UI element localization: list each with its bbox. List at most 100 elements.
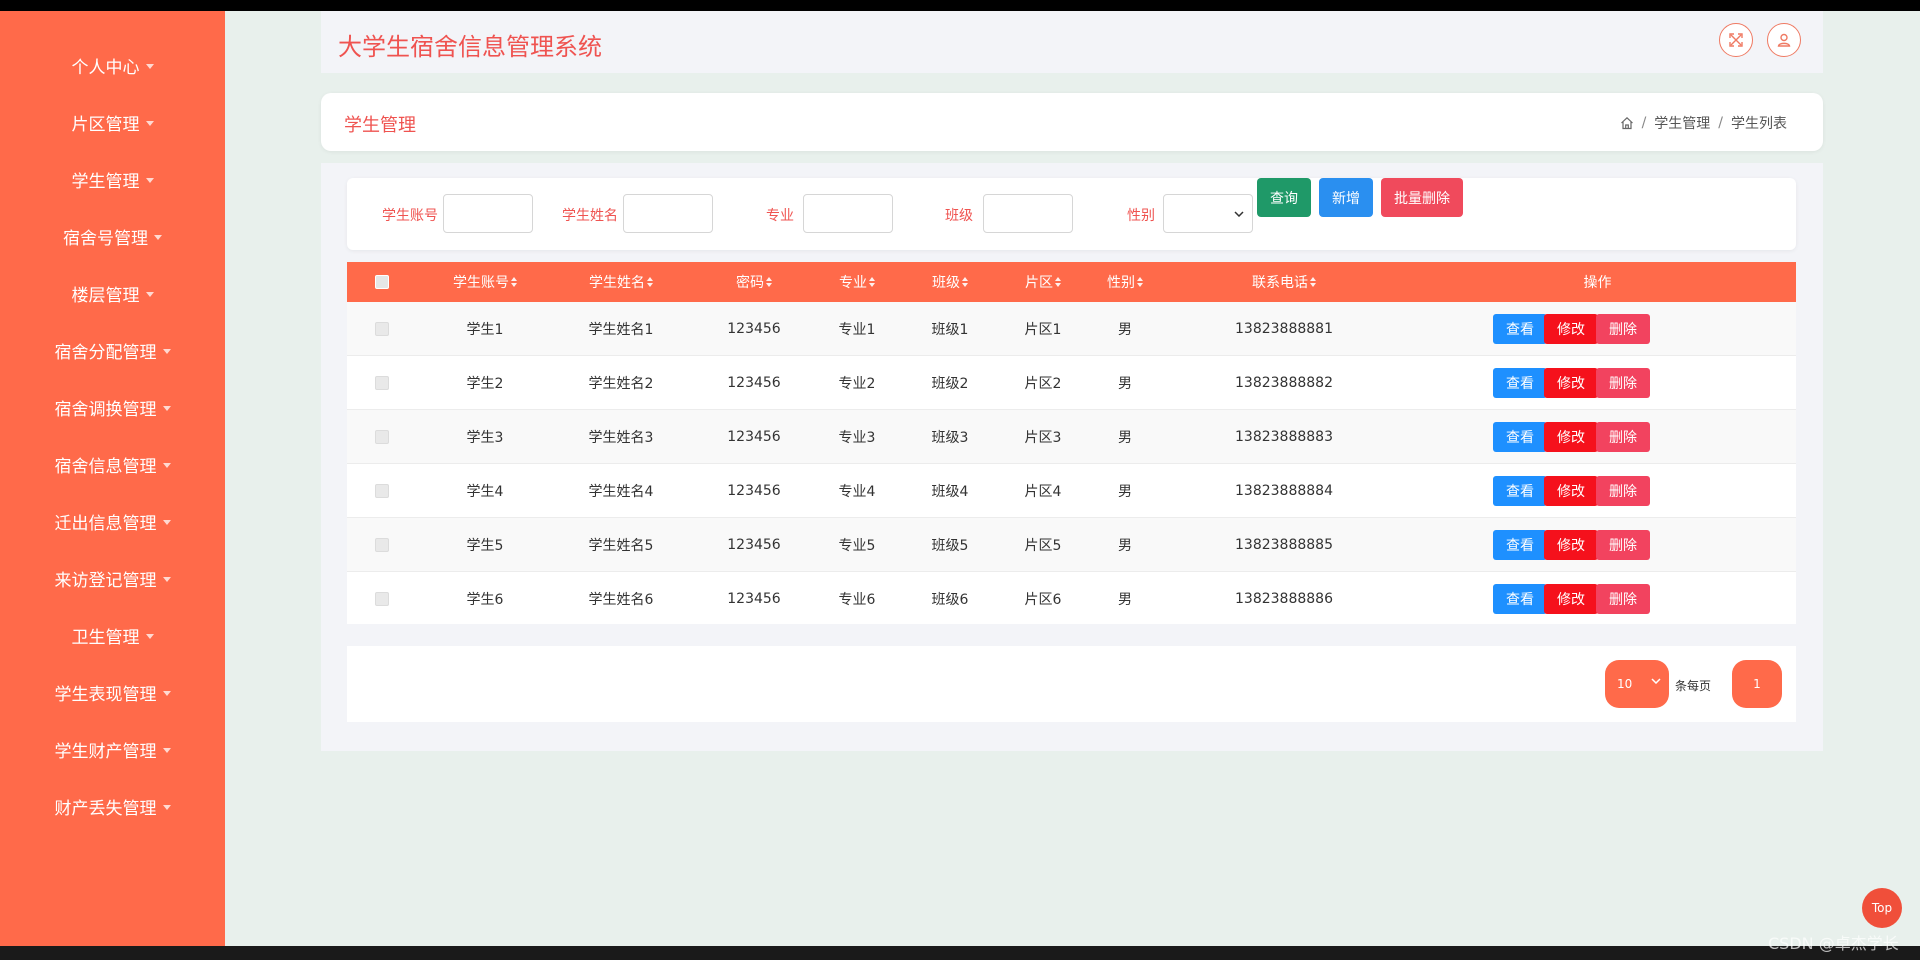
sidebar-item[interactable]: 个人中心	[0, 45, 225, 85]
cell-gender: 男	[1118, 483, 1132, 500]
cell-password: 123456	[727, 482, 781, 499]
cell-area: 片区3	[1024, 429, 1062, 446]
sidebar-item[interactable]: 宿舍分配管理	[0, 330, 225, 370]
caret-down-icon	[145, 633, 154, 639]
cell-class: 班级5	[931, 537, 969, 554]
select-all-checkbox[interactable]	[375, 275, 389, 289]
row-checkbox-cell	[347, 518, 417, 571]
sidebar-item-label: 学生管理	[71, 171, 140, 192]
edit-button[interactable]: 修改	[1544, 422, 1598, 452]
view-button[interactable]: 查看	[1493, 368, 1547, 398]
col-actions: 操作	[1399, 262, 1796, 302]
edit-button[interactable]: 修改	[1544, 530, 1598, 560]
caret-down-icon	[162, 804, 171, 810]
sidebar-item[interactable]: 学生表现管理	[0, 672, 225, 712]
sidebar-item[interactable]: 学生管理	[0, 159, 225, 199]
view-button[interactable]: 查看	[1493, 584, 1547, 614]
col-class[interactable]: 班级	[895, 262, 1005, 302]
watermark: CSDN @卓杰学长	[1768, 934, 1899, 953]
query-button[interactable]: 查询	[1257, 178, 1311, 217]
delete-button[interactable]: 删除	[1596, 476, 1650, 506]
view-button[interactable]: 查看	[1493, 530, 1547, 560]
sidebar-item[interactable]: 宿舍号管理	[0, 216, 225, 256]
row-checkbox[interactable]	[375, 321, 389, 336]
page-title: 学生管理	[344, 115, 416, 136]
view-button[interactable]: 查看	[1493, 476, 1547, 506]
edit-button[interactable]: 修改	[1544, 314, 1598, 344]
col-phone[interactable]: 联系电话	[1169, 262, 1399, 302]
user-button[interactable]	[1767, 23, 1801, 57]
cell-password: 123456	[727, 590, 781, 607]
class-input[interactable]	[983, 194, 1073, 233]
cell-account: 学生6	[466, 591, 504, 608]
row-checkbox[interactable]	[375, 375, 389, 390]
gender-select[interactable]	[1163, 194, 1253, 233]
row-checkbox[interactable]	[375, 483, 389, 498]
edit-button[interactable]: 修改	[1544, 584, 1598, 614]
back-to-top-button[interactable]: Top	[1862, 888, 1902, 928]
col-name[interactable]: 学生姓名	[553, 262, 689, 302]
col-major[interactable]: 专业	[819, 262, 895, 302]
col-area-label: 片区	[1025, 275, 1053, 291]
sidebar-item-label: 宿舍号管理	[63, 228, 148, 249]
sidebar-item[interactable]: 宿舍信息管理	[0, 444, 225, 484]
caret-down-icon	[162, 348, 171, 354]
edit-button[interactable]: 修改	[1544, 476, 1598, 506]
account-input[interactable]	[443, 194, 533, 233]
sidebar-item[interactable]: 宿舍调换管理	[0, 387, 225, 427]
cell-account: 学生3	[466, 429, 504, 446]
delete-button[interactable]: 删除	[1596, 368, 1650, 398]
add-button[interactable]: 新增	[1319, 178, 1373, 217]
major-input[interactable]	[803, 194, 893, 233]
sidebar-item[interactable]: 学生财产管理	[0, 729, 225, 769]
cell-gender: 男	[1118, 429, 1132, 446]
row-checkbox[interactable]	[375, 537, 389, 552]
sidebar-item[interactable]: 楼层管理	[0, 273, 225, 313]
page-size-select[interactable]: 10	[1605, 660, 1669, 708]
col-area[interactable]: 片区	[1005, 262, 1081, 302]
row-checkbox[interactable]	[375, 429, 389, 444]
cell-name: 学生姓名5	[588, 537, 654, 554]
name-input[interactable]	[623, 194, 713, 233]
col-account[interactable]: 学生账号	[417, 262, 553, 302]
delete-button[interactable]: 删除	[1596, 530, 1650, 560]
table-row: 学生5 学生姓名5 123456 专业5 班级5 片区5 男 13823888885 查看 修改删…	[347, 518, 1796, 572]
sidebar-item[interactable]: 片区管理	[0, 102, 225, 142]
table-row: 学生4 学生姓名4 123456 专业4 班级4 片区4 男 13823888884 查看 修改删…	[347, 464, 1796, 518]
cell-gender: 男	[1118, 321, 1132, 338]
caret-down-icon	[162, 405, 171, 411]
col-actions-label: 操作	[1583, 275, 1612, 291]
sidebar-item-label: 学生财产管理	[54, 741, 157, 762]
sidebar-item[interactable]: 来访登记管理	[0, 558, 225, 598]
view-button[interactable]: 查看	[1493, 314, 1547, 344]
col-gender[interactable]: 性别	[1081, 262, 1169, 302]
home-icon[interactable]	[1620, 116, 1634, 130]
students-table: 学生账号 学生姓名 密码 专业 班级 片区 性别 联系电话 操作 学生1 学生姓名…	[347, 262, 1796, 624]
sidebar-item[interactable]: 卫生管理	[0, 615, 225, 655]
page-number-button[interactable]: 1	[1732, 660, 1782, 708]
delete-button[interactable]: 删除	[1596, 584, 1650, 614]
col-password-label: 密码	[736, 275, 764, 291]
breadcrumb-separator: /	[1718, 115, 1723, 131]
breadcrumb-section[interactable]: 学生管理	[1654, 113, 1710, 133]
sort-icon	[511, 277, 517, 287]
table-row: 学生2 学生姓名2 123456 专业2 班级2 片区2 男 13823888882 查看 修改删…	[347, 356, 1796, 410]
cell-name: 学生姓名6	[588, 591, 654, 608]
row-checkbox[interactable]	[375, 591, 389, 606]
fullscreen-button[interactable]	[1719, 23, 1753, 57]
caret-down-icon	[145, 120, 154, 126]
sidebar-item[interactable]: 迁出信息管理	[0, 501, 225, 541]
row-checkbox-cell	[347, 410, 417, 463]
view-button[interactable]: 查看	[1493, 422, 1547, 452]
sidebar-item[interactable]: 财产丢失管理	[0, 786, 225, 826]
cell-area: 片区4	[1024, 483, 1062, 500]
row-checkbox-cell	[347, 302, 417, 355]
batch-delete-button[interactable]: 批量删除	[1381, 178, 1463, 217]
edit-button[interactable]: 修改	[1544, 368, 1598, 398]
cell-phone: 13823888881	[1235, 320, 1333, 337]
col-password[interactable]: 密码	[689, 262, 819, 302]
delete-button[interactable]: 删除	[1596, 314, 1650, 344]
delete-button[interactable]: 删除	[1596, 422, 1650, 452]
sort-icon	[962, 277, 968, 287]
breadcrumb-current: 学生列表	[1731, 116, 1787, 132]
